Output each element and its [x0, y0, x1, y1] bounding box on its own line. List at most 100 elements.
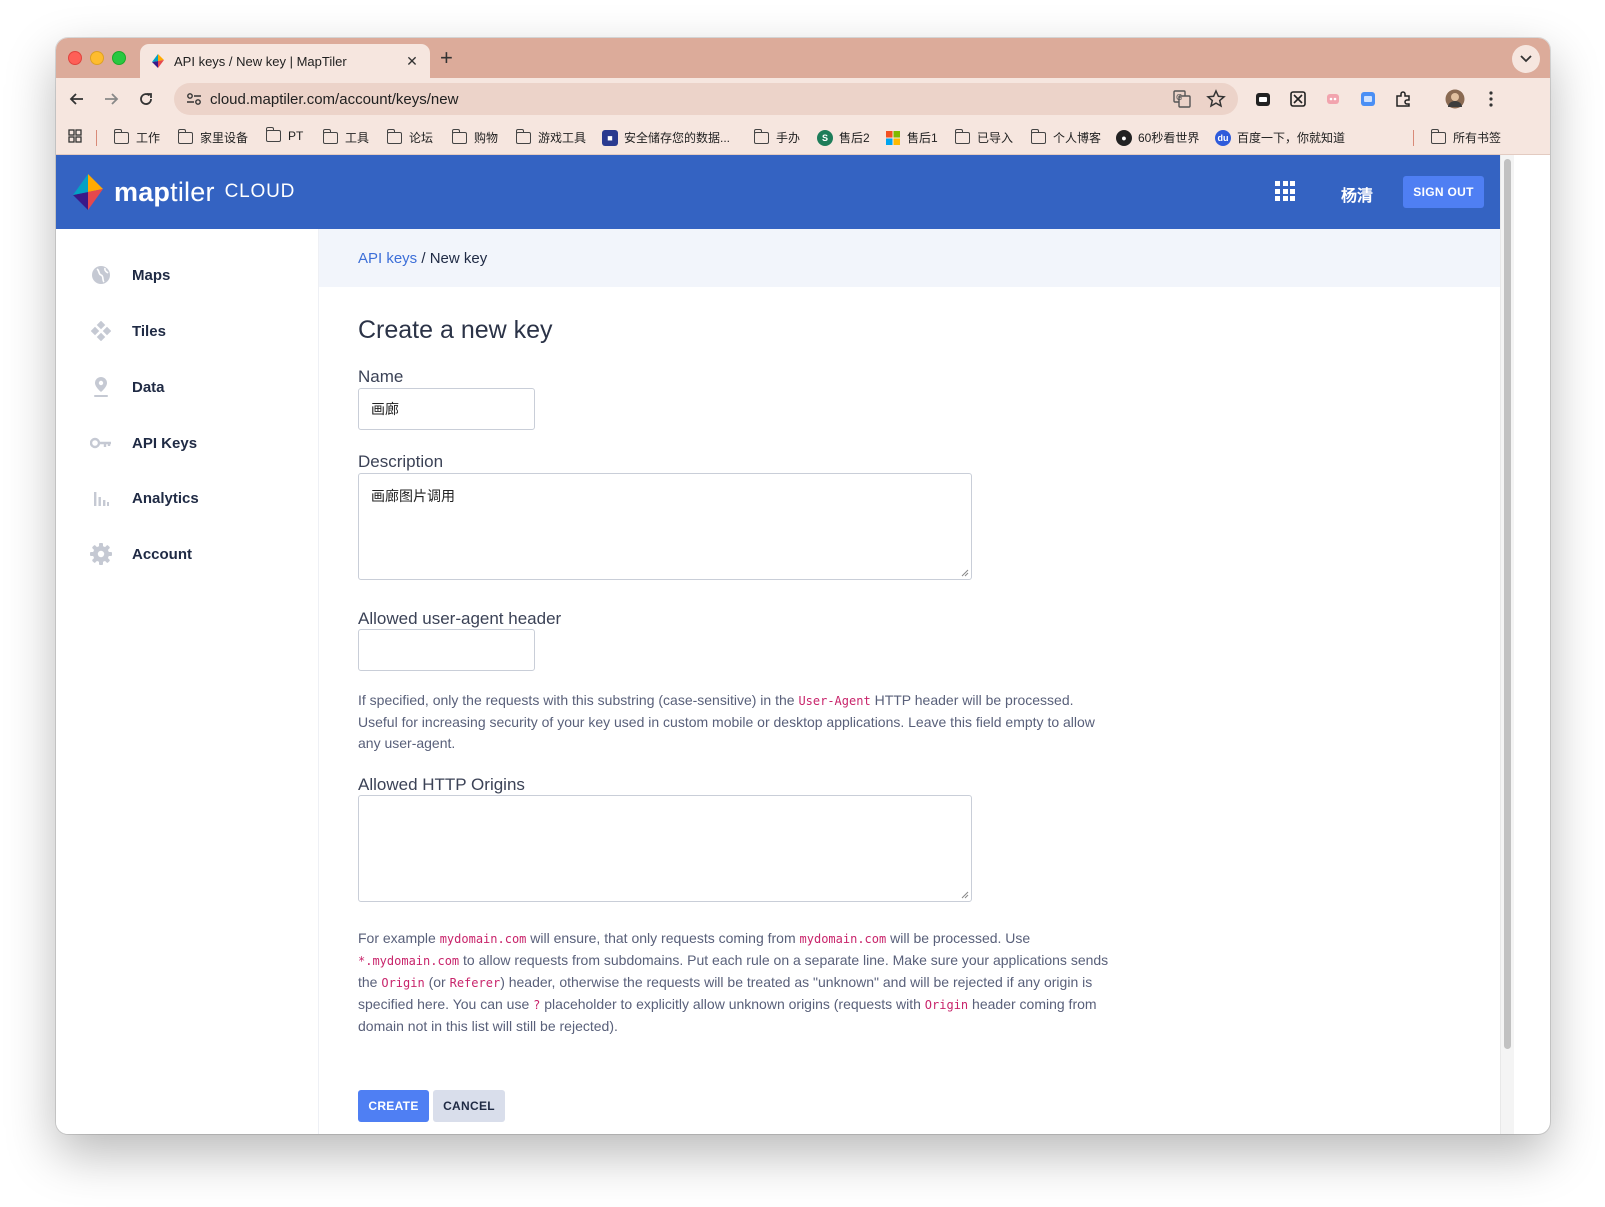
profile-avatar[interactable] [1444, 88, 1466, 110]
folder-icon [954, 128, 970, 144]
main-content: API keys / New key Create a new key Name… [319, 229, 1500, 1134]
translate-icon[interactable]: G [1172, 89, 1192, 109]
forward-button[interactable] [98, 86, 124, 112]
scrollbar-thumb[interactable] [1504, 159, 1511, 1049]
bookmark-label: 已导入 [977, 131, 1014, 145]
bookmark-label: 论坛 [409, 131, 434, 145]
svg-text:G: G [1176, 93, 1182, 102]
cancel-button[interactable]: CANCEL [433, 1090, 505, 1122]
bookmark-site[interactable]: S 售后2 [817, 129, 870, 146]
bookmark-folder[interactable]: 手办 [753, 128, 801, 146]
page-scrollbar[interactable] [1500, 155, 1514, 1134]
address-bar[interactable]: cloud.maptiler.com/account/keys/new G [174, 83, 1238, 115]
sidebar-item-data[interactable]: Data [90, 375, 165, 399]
bookmark-folder[interactable]: 购物 [451, 128, 498, 146]
bookmark-folder[interactable]: PT [265, 127, 304, 143]
resize-grip-icon[interactable] [961, 891, 969, 899]
tab-title: API keys / New key | MapTiler [174, 53, 347, 69]
create-button[interactable]: CREATE [358, 1090, 429, 1122]
reload-button[interactable] [133, 86, 159, 112]
bookmark-site[interactable]: 售后1 [885, 129, 938, 146]
new-tab-button[interactable]: + [440, 46, 453, 70]
description-label: Description [358, 452, 444, 471]
code-snippet: User-Agent [798, 694, 871, 708]
folder-icon [265, 127, 281, 142]
extension-2-icon[interactable] [1287, 88, 1309, 110]
browser-tab-active[interactable]: API keys / New key | MapTiler ✕ [140, 44, 430, 78]
baidu-icon: du [1215, 129, 1231, 146]
apps-grid-icon[interactable] [68, 129, 82, 143]
logo-wordmark: maptiler [114, 177, 215, 208]
sidebar-item-api-keys[interactable]: API Keys [90, 431, 197, 455]
extension-3-icon[interactable] [1322, 88, 1344, 110]
bookmark-label: 售后1 [907, 131, 938, 145]
bookmark-site[interactable]: ● 60秒看世界 [1116, 129, 1199, 146]
bookmark-folder[interactable]: 家里设备 [177, 128, 249, 146]
tab-search-button[interactable] [1512, 45, 1540, 73]
bookmark-folder[interactable]: 所有书签 [1430, 128, 1501, 146]
sidebar-item-account[interactable]: Account [90, 542, 192, 566]
sidebar-item-maps[interactable]: Maps [90, 263, 170, 287]
useragent-help-text: If specified, only the requests with thi… [358, 690, 1110, 754]
folder-icon [515, 128, 531, 144]
maptiler-logo-icon [73, 174, 103, 210]
microsoft-icon [885, 130, 901, 146]
tab-strip: API keys / New key | MapTiler ✕ + [56, 38, 1550, 78]
bookmark-label: 售后2 [839, 131, 870, 145]
browser-menu-icon[interactable] [1480, 88, 1502, 110]
gear-icon [90, 543, 112, 565]
bookmark-label: 工作 [136, 131, 161, 145]
bookmark-site[interactable]: ■ 安全储存您的数据... [602, 129, 730, 146]
bookmark-label: PT [288, 129, 304, 143]
reload-icon [140, 93, 152, 105]
site-icon: ■ [602, 129, 618, 146]
help-text-segment: For example [358, 930, 440, 946]
bookmark-folder[interactable]: 个人博客 [1030, 128, 1101, 146]
extension-1-icon[interactable] [1252, 88, 1274, 110]
bookmark-folder[interactable]: 工具 [322, 128, 369, 146]
close-window-button[interactable] [68, 51, 82, 65]
resize-grip-icon[interactable] [961, 569, 969, 577]
bookmark-folder[interactable]: 论坛 [386, 128, 434, 146]
folder-icon [753, 128, 769, 144]
logo-cloud-text: CLOUD [224, 181, 296, 202]
origins-textarea[interactable] [358, 795, 972, 902]
useragent-input[interactable] [358, 629, 535, 671]
maptiler-logo[interactable]: maptiler CLOUD [70, 173, 295, 211]
bookmark-folder[interactable]: 已导入 [954, 128, 1014, 146]
description-textarea[interactable]: 画廊图片调用 [358, 473, 972, 580]
globe-icon [90, 264, 112, 286]
user-name[interactable]: 杨清 [1341, 182, 1373, 206]
folder-icon [113, 128, 129, 144]
url-text: cloud.maptiler.com/account/keys/new [210, 90, 459, 108]
bookmarks-bar: 工作 家里设备 PT 工具 论坛 购物 游戏工具 ■ 安全储存您的数据... 手办… [56, 120, 1550, 155]
chevron-down-icon [1520, 55, 1532, 63]
bookmark-folder[interactable]: 游戏工具 [515, 128, 586, 146]
site-settings-icon[interactable] [184, 89, 204, 109]
pin-icon [90, 376, 112, 398]
tab-close-icon[interactable]: ✕ [404, 53, 420, 70]
minimize-window-button[interactable] [90, 51, 104, 65]
code-snippet: Origin [924, 998, 969, 1012]
apps-menu-icon[interactable] [1275, 181, 1295, 201]
sign-out-button[interactable]: SIGN OUT [1403, 176, 1484, 208]
sidebar-item-analytics[interactable]: Analytics [90, 486, 199, 510]
extensions-puzzle-icon[interactable] [1392, 88, 1414, 110]
bookmark-label: 家里设备 [200, 131, 249, 145]
folder-icon [386, 128, 402, 144]
name-input[interactable]: 画廊 [358, 388, 535, 430]
bookmark-folder[interactable]: 工作 [113, 128, 161, 146]
extension-4-icon[interactable] [1357, 88, 1379, 110]
back-button[interactable] [64, 86, 90, 112]
bookmarks-separator [1413, 130, 1414, 146]
bookmark-site[interactable]: du 百度一下，你就知道 [1215, 129, 1345, 146]
maximize-window-button[interactable] [112, 51, 126, 65]
folder-icon [322, 128, 338, 144]
sidebar-item-label: Maps [132, 266, 171, 284]
tiles-icon [90, 320, 112, 342]
sidebar-item-tiles[interactable]: Tiles [90, 319, 166, 343]
bookmark-star-icon[interactable] [1206, 89, 1226, 109]
breadcrumb-api-keys-link[interactable]: API keys [358, 250, 417, 267]
maptiler-favicon-icon [152, 54, 164, 68]
bookmark-label: 手办 [776, 131, 801, 145]
